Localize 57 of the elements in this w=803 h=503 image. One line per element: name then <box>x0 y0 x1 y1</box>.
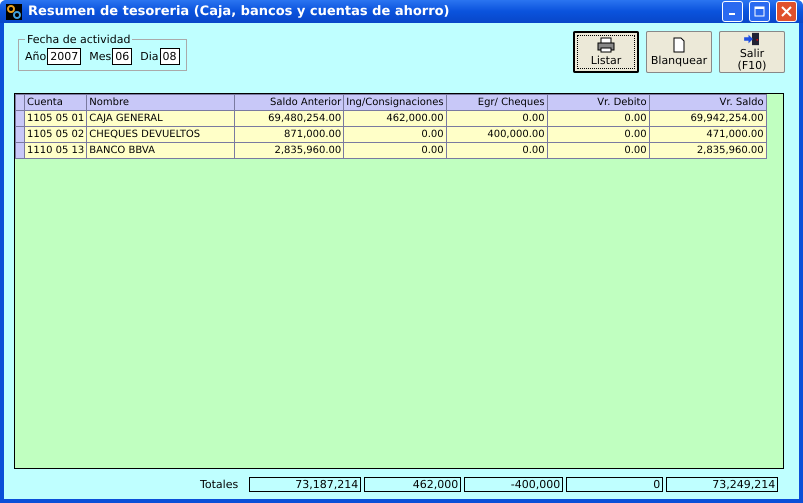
exit-button[interactable]: Salir (F10) <box>719 31 785 73</box>
total-field: 462,000 <box>364 476 462 492</box>
column-header[interactable]: Nombre <box>86 94 235 110</box>
table-cell: 2,835,960.00 <box>234 142 344 158</box>
totals-label: Totales <box>200 478 238 490</box>
table-cell: BANCO BBVA <box>86 142 235 158</box>
column-header[interactable]: Ing/Consignaciones <box>344 94 446 110</box>
page-icon <box>672 37 686 53</box>
printer-icon <box>597 37 615 53</box>
table-cell: CAJA GENERAL <box>86 110 235 126</box>
row-indicator <box>16 94 24 110</box>
table-cell: 0.00 <box>547 110 650 126</box>
blank-button[interactable]: Blanquear <box>646 31 712 73</box>
column-header[interactable]: Cuenta <box>24 94 87 110</box>
field-label: Dia <box>140 50 159 62</box>
table-cell: 0.00 <box>344 142 446 158</box>
close-button[interactable] <box>776 1 797 22</box>
app-icon <box>6 4 22 20</box>
group-legend: Fecha de actividad <box>25 33 132 46</box>
row-indicator[interactable] <box>16 110 24 126</box>
total-field: -400,000 <box>464 476 564 492</box>
table-cell: 0.00 <box>446 142 548 158</box>
field-label: Mes <box>89 50 112 62</box>
row-indicator[interactable] <box>16 142 24 158</box>
table-cell: 0.00 <box>446 110 548 126</box>
maximize-button[interactable] <box>749 1 770 22</box>
table-cell: 69,480,254.00 <box>234 110 344 126</box>
table-cell: 871,000.00 <box>234 126 344 142</box>
input-field[interactable]: 08 <box>160 48 180 64</box>
total-field: 73,249,214 <box>666 476 778 492</box>
print-button[interactable]: Listar <box>573 31 639 73</box>
table-cell: 400,000.00 <box>446 126 548 142</box>
close-icon <box>781 6 792 17</box>
maximize-icon <box>754 6 765 17</box>
total-field: 0 <box>566 476 664 492</box>
table-cell: 1105 05 02 <box>24 126 87 142</box>
table-cell: 0.00 <box>547 126 650 142</box>
table-cell: 1110 05 13 <box>24 142 87 158</box>
table-cell: 0.00 <box>547 142 650 158</box>
column-header[interactable]: Vr. Debito <box>547 94 650 110</box>
table-cell: 1105 05 01 <box>24 110 87 126</box>
table-cell: 471,000.00 <box>649 126 766 142</box>
input-field[interactable]: 06 <box>112 48 132 64</box>
table-cell: 69,942,254.00 <box>649 110 766 126</box>
table-cell: 462,000.00 <box>344 110 446 126</box>
field-label: Año <box>25 50 46 62</box>
column-header[interactable]: Saldo Anterior <box>234 94 344 110</box>
row-indicator[interactable] <box>16 126 24 142</box>
table-cell: CHEQUES DEVUELTOS <box>86 126 235 142</box>
total-field: 73,187,214 <box>249 476 362 492</box>
table-cell: 0.00 <box>344 126 446 142</box>
input-field[interactable]: 2007 <box>47 48 82 64</box>
minimize-button[interactable] <box>722 1 743 22</box>
column-header[interactable]: Vr. Saldo <box>649 94 766 110</box>
window-title: Resumen de tesoreria (Caja, bancos y cuentas de ahorro) <box>28 4 450 19</box>
table-cell: 2,835,960.00 <box>649 142 766 158</box>
column-header[interactable]: Egr/ Cheques <box>446 94 548 110</box>
